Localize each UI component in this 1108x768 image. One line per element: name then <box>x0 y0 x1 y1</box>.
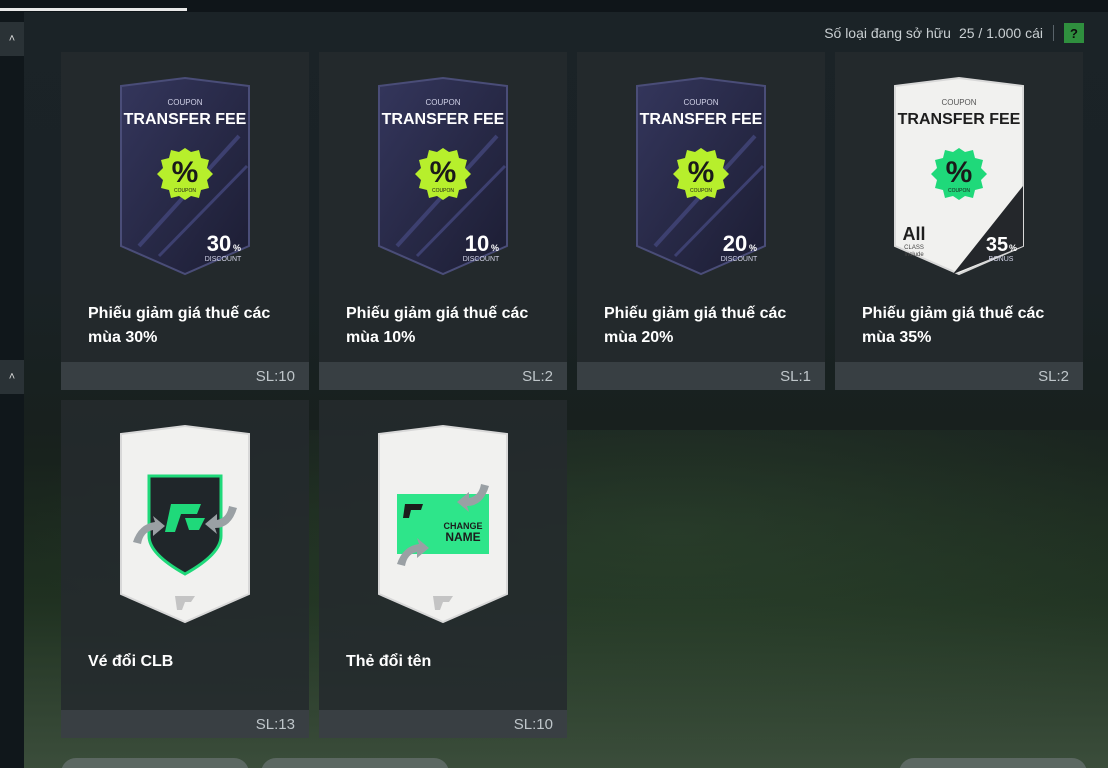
item-quantity: SL:10 <box>513 716 553 733</box>
owned-value: 25 / 1.000 cái <box>958 25 1043 41</box>
coupon-small-label: COUPON <box>941 98 976 107</box>
coupon-value: 30 <box>207 231 231 256</box>
coupon-unit: % <box>233 243 241 253</box>
item-name: Phiếu giảm giá thuế các mùa 30% <box>88 305 271 346</box>
item-card-name-change-card[interactable]: CHANGE NAME Thẻ đổi tên SL:10 <box>319 400 567 738</box>
coupon-all-sub1: CLASS <box>904 245 924 251</box>
item-name: Phiếu giảm giá thuế các mùa 35% <box>862 305 1045 346</box>
coupon-sub: BONUS <box>989 256 1014 263</box>
coupon-value: 20 <box>723 231 747 256</box>
coupon-title: TRANSFER FEE <box>124 111 247 128</box>
left-rail: ˄ ˄ <box>0 12 24 768</box>
coupon-unit: % <box>1009 243 1017 253</box>
badge-percent: % <box>430 156 457 189</box>
owned-label: Số loại đang sở hữu <box>824 25 951 41</box>
club-change-ticket-icon <box>120 424 250 624</box>
bottom-action-button-1[interactable] <box>61 758 249 768</box>
coupon-sub: DISCOUNT <box>721 256 758 263</box>
item-name: Vé đổi CLB <box>88 653 174 670</box>
coupon-title: TRANSFER FEE <box>640 111 763 128</box>
transfer-fee-coupon-dark-icon: COUPON TRANSFER FEE % COUPON 20 % DISCOU… <box>636 76 766 276</box>
item-card-coupon-30[interactable]: COUPON TRANSFER FEE % COUPON 30 % DISCOU… <box>61 52 309 390</box>
badge-sub: COUPON <box>432 188 454 194</box>
item-card-coupon-20[interactable]: COUPON TRANSFER FEE % COUPON 20 % DISCOU… <box>577 52 825 390</box>
coupon-value: 10 <box>465 231 489 256</box>
owned-count-info: Số loại đang sở hữu 25 / 1.000 cái ? <box>824 22 1084 44</box>
transfer-fee-coupon-white-icon: COUPON TRANSFER FEE % COUPON All CLASS I… <box>894 76 1024 276</box>
badge-percent: % <box>172 156 199 189</box>
coupon-all-sub2: Include <box>904 252 924 258</box>
collapse-up-arrow-button-2[interactable]: ˄ <box>0 360 24 394</box>
collapse-up-arrow-button[interactable]: ˄ <box>0 22 24 56</box>
badge-percent: % <box>688 156 715 189</box>
coupon-small-label: COUPON <box>167 98 202 107</box>
item-quantity: SL:10 <box>255 368 295 385</box>
coupon-unit: % <box>749 243 757 253</box>
item-card-coupon-35[interactable]: COUPON TRANSFER FEE % COUPON All CLASS I… <box>835 52 1083 390</box>
coupon-unit: % <box>491 243 499 253</box>
coupon-sub: DISCOUNT <box>463 256 500 263</box>
coupon-small-label: COUPON <box>683 98 718 107</box>
item-quantity: SL:2 <box>1038 368 1069 385</box>
badge-sub: COUPON <box>948 188 970 194</box>
help-button[interactable]: ? <box>1064 23 1084 43</box>
item-name: Phiếu giảm giá thuế các mùa 20% <box>604 305 787 346</box>
bottom-action-button-3[interactable] <box>899 758 1087 768</box>
item-quantity: SL:1 <box>780 368 811 385</box>
item-quantity: SL:13 <box>255 716 295 733</box>
top-bar <box>0 0 1108 12</box>
badge-sub: COUPON <box>174 188 196 194</box>
item-quantity: SL:2 <box>522 368 553 385</box>
name-change-card-icon: CHANGE NAME <box>378 424 508 624</box>
active-tab-indicator <box>0 8 187 11</box>
change-label-2: NAME <box>445 530 480 544</box>
transfer-fee-coupon-dark-icon: COUPON TRANSFER FEE % COUPON 30 % DISCOU… <box>120 76 250 276</box>
coupon-small-label: COUPON <box>425 98 460 107</box>
coupon-title: TRANSFER FEE <box>898 111 1021 128</box>
item-name: Thẻ đổi tên <box>346 653 432 670</box>
coupon-title: TRANSFER FEE <box>382 111 505 128</box>
bottom-action-button-2[interactable] <box>261 758 449 768</box>
badge-percent: % <box>946 156 973 189</box>
coupon-sub: DISCOUNT <box>205 256 242 263</box>
coupon-all-label: All <box>902 224 925 244</box>
coupon-value: 35 <box>986 234 1008 256</box>
item-card-coupon-10[interactable]: COUPON TRANSFER FEE % COUPON 10 % DISCOU… <box>319 52 567 390</box>
item-name: Phiếu giảm giá thuế các mùa 10% <box>346 305 529 346</box>
item-card-club-change-ticket[interactable]: Vé đổi CLB SL:13 <box>61 400 309 738</box>
divider <box>1053 25 1054 41</box>
badge-sub: COUPON <box>690 188 712 194</box>
transfer-fee-coupon-dark-icon: COUPON TRANSFER FEE % COUPON 10 % DISCOU… <box>378 76 508 276</box>
